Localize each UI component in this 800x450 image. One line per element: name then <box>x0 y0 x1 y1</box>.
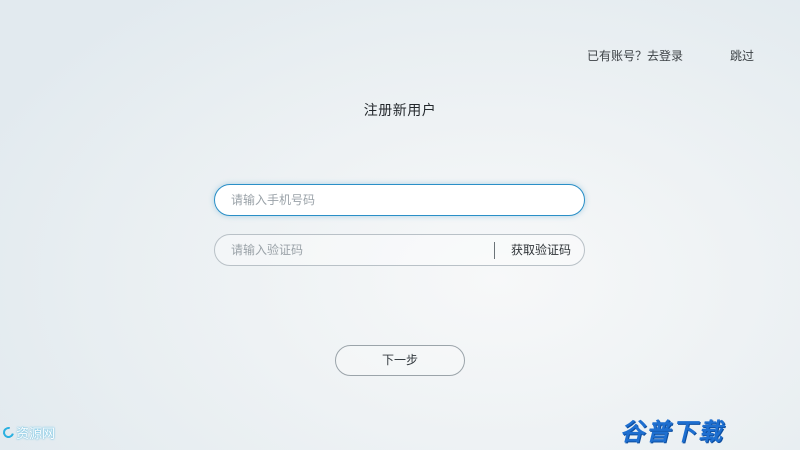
watermark-right: 谷普下载 <box>620 418 724 446</box>
watermark-ring-icon <box>0 424 17 440</box>
verification-code-field[interactable]: 获取验证码 <box>214 234 585 266</box>
phone-input[interactable] <box>231 185 571 215</box>
get-code-button[interactable]: 获取验证码 <box>511 235 571 265</box>
top-links: 已有账号？去登录 跳过 <box>0 47 800 65</box>
skip-link[interactable]: 跳过 <box>730 47 754 64</box>
phone-field[interactable] <box>214 184 585 216</box>
page-title: 注册新用户 <box>363 103 437 119</box>
watermark-left: 资源网 <box>0 421 56 443</box>
verification-code-input[interactable] <box>231 235 486 265</box>
login-link[interactable]: 已有账号？去登录 <box>587 47 683 64</box>
next-button[interactable]: 下一步 <box>335 345 465 376</box>
field-divider <box>494 242 495 259</box>
watermark-left-text: 资源网 <box>16 426 56 442</box>
